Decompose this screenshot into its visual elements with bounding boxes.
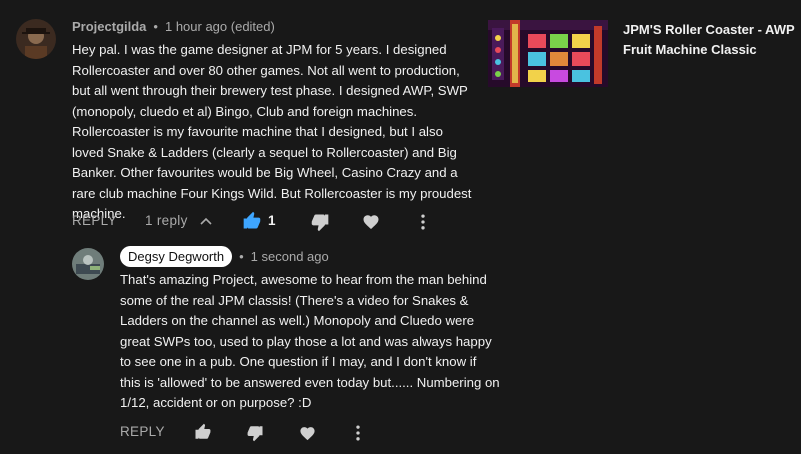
thumb-down-icon <box>311 214 329 232</box>
comment-text: Hey pal. I was the game designer at JPM … <box>72 42 472 221</box>
thumb-up-icon <box>195 423 211 439</box>
chevron-up-icon <box>200 215 212 227</box>
dislike-button[interactable] <box>310 212 330 232</box>
reply-timestamp[interactable]: 1 second ago <box>251 249 329 264</box>
reply-more-actions-button[interactable] <box>348 423 368 443</box>
reply-avatar[interactable] <box>72 248 104 280</box>
heart-icon <box>299 426 315 440</box>
reply-heart-button[interactable] <box>297 423 317 443</box>
reply-header: Degsy Degworth • 1 second ago <box>120 246 329 267</box>
separator-dot: • <box>239 249 244 264</box>
more-vert-icon <box>356 425 360 441</box>
like-count: 1 <box>268 213 276 228</box>
commenter-avatar[interactable] <box>16 19 56 59</box>
more-vert-icon <box>421 214 425 230</box>
video-title[interactable]: JPM'S Roller Coaster - AWP Fruit Machine… <box>623 20 795 60</box>
comment-timestamp[interactable]: 1 hour ago (edited) <box>165 19 275 34</box>
reply-author-owner-badge[interactable]: Degsy Degworth <box>120 246 233 267</box>
replies-count: 1 reply <box>145 213 188 228</box>
separator-dot: • <box>153 19 158 34</box>
reply-text: That's amazing Project, awesome to hear … <box>120 272 500 410</box>
more-actions-button[interactable] <box>413 212 433 232</box>
reply-button[interactable]: REPLY <box>72 213 117 228</box>
reply-dislike-button[interactable] <box>245 423 265 443</box>
thumb-up-icon <box>243 211 261 229</box>
fruit-machine-artwork <box>488 20 608 87</box>
thumb-down-icon <box>247 426 263 442</box>
view-replies-toggle[interactable]: 1 reply <box>145 213 212 228</box>
heart-button[interactable] <box>361 212 381 232</box>
reply-like-button[interactable] <box>193 422 213 442</box>
like-button[interactable] <box>242 211 262 231</box>
heart-icon <box>363 215 379 230</box>
reply-reply-button[interactable]: REPLY <box>120 424 165 439</box>
video-thumbnail[interactable] <box>488 20 608 87</box>
comment-header: Projectgilda • 1 hour ago (edited) <box>72 19 275 34</box>
comment-author[interactable]: Projectgilda <box>72 19 146 34</box>
